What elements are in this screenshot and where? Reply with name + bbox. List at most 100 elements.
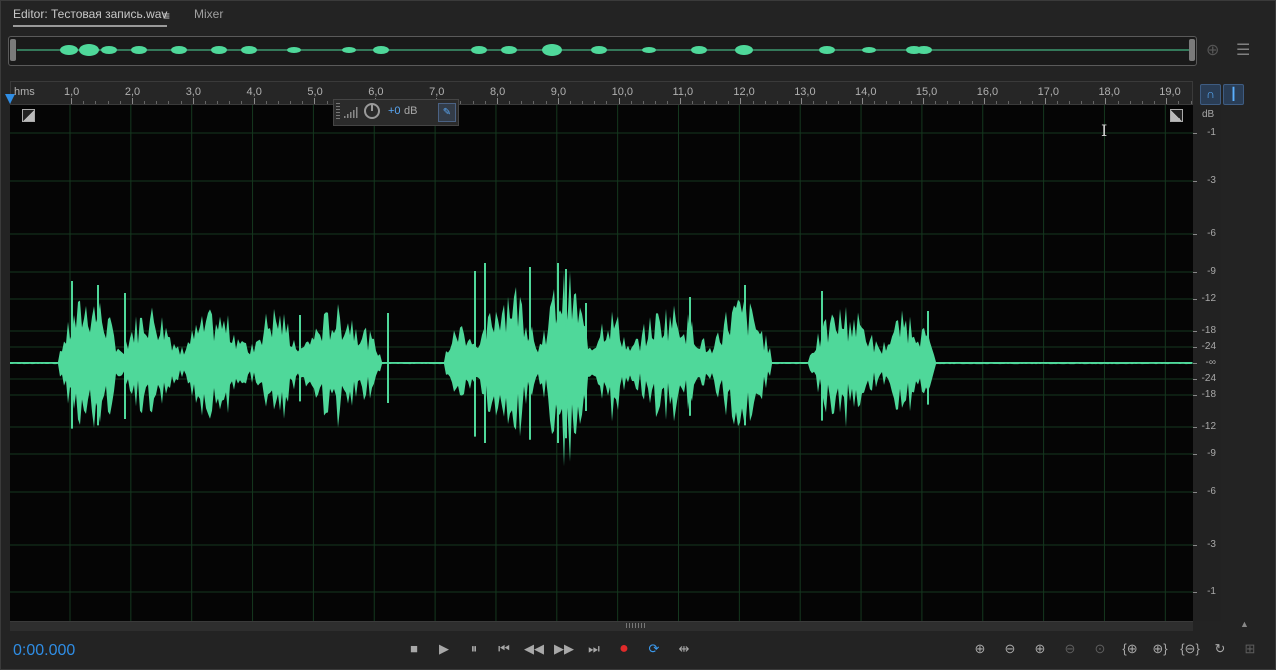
ruler-minor-tick (156, 101, 158, 104)
zoom-navigator-icon[interactable]: ⊕ (1206, 40, 1219, 60)
ruler-tick (801, 98, 803, 104)
ruler-minor-tick (217, 101, 219, 104)
skip-back-icon[interactable]: ⏮ (493, 639, 515, 659)
ruler-minor-tick (594, 101, 596, 104)
current-time[interactable]: 0:00.000 (13, 642, 75, 660)
ruler-minor-tick (813, 101, 815, 104)
db-tick (1193, 347, 1197, 348)
waveform-display[interactable] (10, 105, 1193, 621)
hud-grip-icon[interactable] (336, 103, 340, 121)
zoom-out-time-icon[interactable]: ⊖ (1058, 639, 1082, 659)
db-tick (1193, 492, 1197, 493)
ruler-minor-tick (180, 101, 182, 104)
db-scale-label: -9 (1207, 448, 1216, 459)
ruler-minor-tick (776, 101, 778, 104)
tab-editor[interactable]: Editor: Тестовая запись.wav (13, 7, 168, 27)
stop-icon[interactable]: ■ (403, 639, 425, 659)
scroll-up-icon[interactable]: ▲ (1240, 619, 1249, 629)
ruler-tick (862, 98, 864, 104)
zoom-in-time-icon[interactable]: ⊕ (1028, 639, 1052, 659)
pin-icon[interactable]: ✎ (438, 103, 456, 122)
ruler-tick-label: 3,0 (185, 86, 201, 98)
ruler-minor-tick (1129, 101, 1131, 104)
ruler-tick (314, 98, 316, 104)
volume-value[interactable]: +0 (388, 105, 401, 117)
zoom-in-right-icon[interactable]: ⊕} (1148, 639, 1172, 659)
play-icon[interactable]: ▶ (433, 639, 455, 659)
zoom-fit-icon[interactable]: ⊞ (1238, 639, 1262, 659)
ruler-minor-tick (1068, 101, 1070, 104)
playhead-marker[interactable] (5, 94, 15, 104)
pause-icon[interactable]: ⏸ (463, 639, 485, 659)
zoom-reset-icon[interactable]: ↻ (1208, 639, 1232, 659)
waveform-overview[interactable] (8, 36, 1197, 66)
db-tick (1193, 133, 1197, 134)
overview-blob (241, 46, 257, 54)
zoom-selection-icon[interactable]: ⊙ (1088, 639, 1112, 659)
marker-pin-icon[interactable]: ┃ (1223, 84, 1244, 105)
volume-knob[interactable] (364, 103, 380, 119)
ruler-tick (1105, 98, 1107, 104)
db-scale-label: -24 (1201, 373, 1216, 384)
db-tick (1193, 331, 1197, 332)
fade-out-handle-icon[interactable] (1170, 109, 1183, 122)
overview-blob (131, 46, 147, 54)
overview-blob (60, 45, 78, 55)
ruler-minor-tick (277, 101, 279, 104)
ruler-minor-tick (1154, 101, 1156, 104)
scroll-grip-icon[interactable] (626, 623, 646, 628)
ruler-tick-label: 11,0 (672, 86, 694, 98)
snap-magnet-icon[interactable]: ∩ (1200, 84, 1221, 105)
ruler-minor-tick (886, 101, 888, 104)
ruler-minor-tick (326, 101, 328, 104)
overview-blob (591, 46, 607, 54)
ruler-minor-tick (472, 101, 474, 104)
ruler-minor-tick (642, 101, 644, 104)
db-scale-label: -18 (1201, 389, 1216, 400)
tab-menu-icon[interactable]: ≡ (163, 9, 170, 23)
record-icon[interactable]: ● (613, 639, 635, 659)
db-tick (1193, 427, 1197, 428)
db-scale-label: -1 (1207, 127, 1216, 138)
ruler-tick (253, 98, 255, 104)
tab-bar: Editor: Тестовая запись.wav ≡ Mixer (0, 0, 1276, 30)
ruler-minor-tick (204, 101, 206, 104)
tab-mixer[interactable]: Mixer (194, 7, 223, 21)
ruler-minor-tick (1081, 101, 1083, 104)
ruler-minor-tick (265, 101, 267, 104)
ruler-minor-tick (630, 101, 632, 104)
zoom-in-amplitude-icon[interactable]: ⊕ (968, 639, 992, 659)
db-scale-label: -1 (1207, 586, 1216, 597)
ruler-minor-tick (716, 101, 717, 104)
overview-right-handle[interactable] (1189, 39, 1195, 61)
loop-icon[interactable]: ⟳ (643, 639, 665, 659)
ruler-minor-tick (144, 101, 146, 104)
fast-forward-icon[interactable]: ▶▶ (553, 639, 575, 659)
horizontal-scrollbar[interactable] (10, 621, 1193, 631)
ruler-minor-tick (898, 101, 900, 104)
ruler-minor-tick (959, 101, 961, 104)
zoom-in-left-icon[interactable]: {⊕ (1118, 639, 1142, 659)
fade-in-handle-icon[interactable] (22, 109, 35, 122)
ruler-tick (679, 98, 681, 104)
ruler-tick (192, 98, 194, 104)
overview-blob (471, 46, 487, 54)
zoom-out-full-icon[interactable]: {⊖} (1178, 639, 1202, 659)
panel-menu-icon[interactable]: ☰ (1236, 40, 1250, 60)
ruler-tick-label: 5,0 (307, 86, 323, 98)
ruler-tick (71, 98, 72, 104)
time-ruler[interactable]: hms 1,0 2,0 3,0 4,0 5,0 6,0 7,0 8,0 9,0 10,0 11,0 1… (10, 81, 1216, 105)
ruler-minor-tick (509, 101, 511, 104)
volume-hud: +0 dB ✎ (333, 99, 459, 126)
ruler-minor-tick (837, 101, 839, 104)
ruler-minor-tick (703, 101, 705, 104)
skip-selection-icon[interactable]: ⇹ (673, 639, 695, 659)
db-scale-label: -3 (1207, 175, 1216, 186)
ruler-tick-label: 6,0 (368, 86, 384, 98)
overview-waveform (17, 44, 1189, 56)
rewind-icon[interactable]: ◀◀ (523, 639, 545, 659)
overview-blob (79, 44, 99, 56)
skip-forward-icon[interactable]: ⏭ (583, 639, 605, 659)
ruler-tick-label: 16,0 (976, 86, 999, 98)
zoom-out-amplitude-icon[interactable]: ⊖ (998, 639, 1022, 659)
